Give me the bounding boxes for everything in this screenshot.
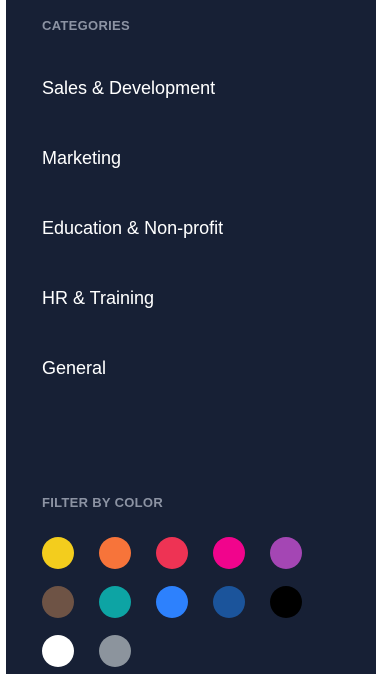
color-swatch-gray[interactable] (99, 635, 131, 667)
categories-heading: CATEGORIES (42, 18, 130, 33)
category-label: General (42, 358, 107, 378)
color-swatch-purple[interactable] (270, 537, 302, 569)
category-item-marketing[interactable]: Marketing (42, 140, 223, 210)
category-label: Sales & Development (42, 78, 216, 98)
color-swatch-pink[interactable] (213, 537, 245, 569)
category-item-general[interactable]: General (42, 350, 223, 420)
color-swatch-navy[interactable] (213, 586, 245, 618)
category-list: Sales & Development Marketing Education … (42, 70, 223, 420)
category-item-hr-training[interactable]: HR & Training (42, 280, 223, 350)
category-item-education-non-profit[interactable]: Education & Non-profit (42, 210, 223, 280)
color-swatch-orange[interactable] (99, 537, 131, 569)
category-label: Education & Non-profit (42, 218, 224, 238)
swatch-row (42, 537, 342, 586)
color-swatch-red[interactable] (156, 537, 188, 569)
category-label: HR & Training (42, 288, 155, 308)
color-swatch-brown[interactable] (42, 586, 74, 618)
categories-sidebar: CATEGORIES Sales & Development Marketing… (6, 0, 376, 674)
swatch-row (42, 586, 342, 635)
color-swatch-white[interactable] (42, 635, 74, 667)
color-swatch-grid (42, 537, 342, 684)
swatch-row (42, 635, 342, 684)
color-swatch-yellow[interactable] (42, 537, 74, 569)
filter-by-color-heading: FILTER BY COLOR (42, 495, 164, 510)
category-label: Marketing (42, 148, 122, 168)
color-swatch-black[interactable] (270, 586, 302, 618)
color-swatch-blue[interactable] (156, 586, 188, 618)
category-item-sales-development[interactable]: Sales & Development (42, 70, 223, 140)
color-swatch-teal[interactable] (99, 586, 131, 618)
